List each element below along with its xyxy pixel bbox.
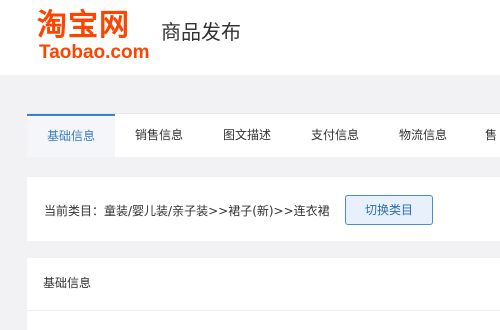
taobao-logo[interactable]: 淘宝网 Taobao.com bbox=[37, 9, 157, 64]
logo-chinese-text: 淘宝网 bbox=[37, 8, 130, 43]
page-title: 商品发布 bbox=[161, 20, 241, 44]
tab-payment-info[interactable]: 支付信息 bbox=[291, 114, 379, 157]
tab-logistics-info[interactable]: 物流信息 bbox=[379, 114, 467, 157]
tab-description[interactable]: 图文描述 bbox=[203, 114, 291, 157]
category-panel: 当前类目：童装/婴儿装/亲子装>>裙子(新)>>连衣裙 切换类目 bbox=[27, 177, 500, 241]
page-header: 淘宝网 Taobao.com 商品发布 bbox=[0, 0, 500, 75]
section-divider bbox=[27, 310, 500, 311]
tab-basic-info[interactable]: 基础信息 bbox=[27, 114, 115, 157]
current-category-label: 当前类目：童装/婴儿装/亲子装>>裙子(新)>>连衣裙 bbox=[44, 204, 330, 218]
step-tabs: 基础信息 销售信息 图文描述 支付信息 物流信息 售 bbox=[27, 113, 500, 157]
section-title: 基础信息 bbox=[43, 276, 92, 290]
switch-category-button[interactable]: 切换类目 bbox=[345, 195, 433, 225]
tab-after-sales[interactable]: 售 bbox=[467, 114, 500, 157]
tab-sales-info[interactable]: 销售信息 bbox=[115, 114, 203, 157]
basic-info-section: 基础信息 bbox=[27, 258, 500, 330]
logo-english-text: Taobao.com bbox=[39, 42, 150, 63]
